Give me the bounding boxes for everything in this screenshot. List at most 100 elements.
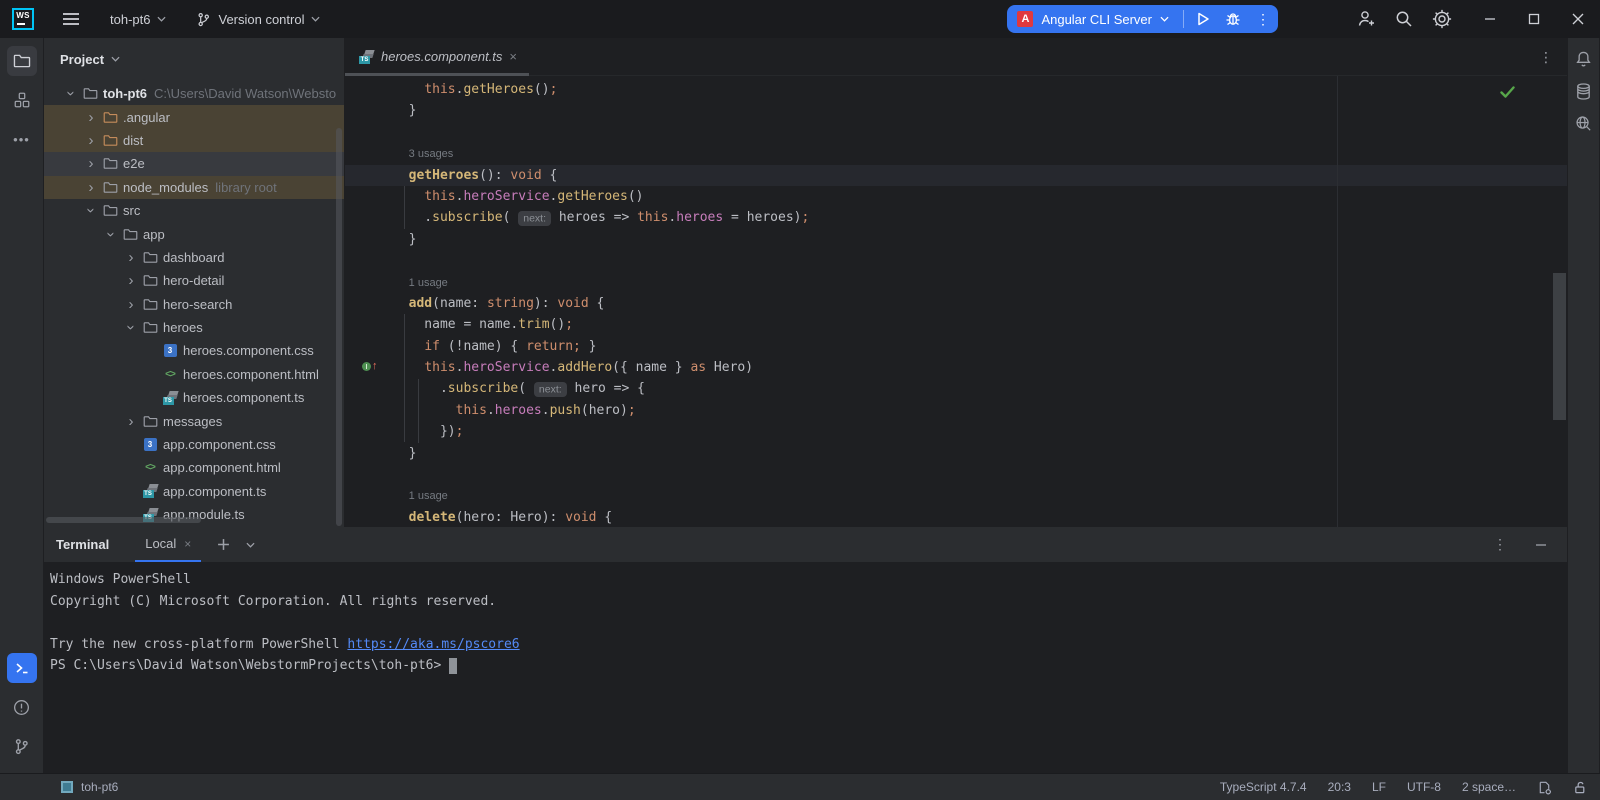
tree-item-app[interactable]: › app	[44, 222, 344, 245]
chevron-right-icon[interactable]: ›	[82, 180, 100, 195]
terminal-tab-close-icon[interactable]: ×	[184, 537, 191, 551]
code-line[interactable]: }	[393, 229, 1567, 250]
tree-item-heroes.component.css[interactable]: ›3heroes.component.css	[44, 339, 344, 362]
tab-options-icon[interactable]: ⋮	[1539, 38, 1553, 76]
code-line[interactable]: .subscribe( next: hero => {	[393, 378, 1567, 399]
tree-item-app.component.ts[interactable]: ›TSapp.component.ts	[44, 480, 344, 503]
code-line[interactable]	[393, 250, 1567, 271]
tree-item-node_modules[interactable]: › node_modules library root	[44, 175, 344, 199]
code-line[interactable]	[393, 464, 1567, 485]
code-line[interactable]: }	[393, 100, 1567, 121]
tree-item-hero-detail[interactable]: › hero-detail	[44, 269, 344, 292]
tree-item-hero-search[interactable]: › hero-search	[44, 293, 344, 316]
chevron-down-icon[interactable]: ›	[123, 319, 140, 337]
code-style-icon[interactable]	[1537, 780, 1552, 795]
indent-widget[interactable]: 2 space…	[1462, 780, 1516, 794]
chevron-right-icon[interactable]: ›	[82, 156, 100, 171]
tree-item-dashboard[interactable]: › dashboard	[44, 246, 344, 269]
maximize-button[interactable]	[1512, 0, 1556, 38]
tree-item-e2e[interactable]: › e2e	[44, 152, 344, 176]
code-line[interactable]: }	[393, 443, 1567, 464]
tab-heroes-component-ts[interactable]: TS heroes.component.ts ×	[345, 38, 529, 76]
run-config-selector[interactable]: A Angular CLI Server	[1007, 11, 1179, 27]
code-line[interactable]: 1 usage	[393, 272, 1567, 293]
chevron-down-icon[interactable]: ›	[63, 85, 80, 103]
database-tool-button[interactable]	[1574, 82, 1593, 101]
debug-button[interactable]	[1218, 5, 1248, 33]
tree-item-app.component.html[interactable]: ›<>app.component.html	[44, 456, 344, 479]
tree-item-src[interactable]: › src	[44, 199, 344, 222]
code-line[interactable]	[393, 122, 1567, 143]
code-line[interactable]: });	[393, 421, 1567, 442]
code-line[interactable]: getHeroes(): void {	[393, 165, 1567, 186]
more-tool-windows-button[interactable]: •••	[7, 124, 37, 154]
chevron-right-icon[interactable]: ›	[122, 250, 140, 265]
chevron-right-icon[interactable]: ›	[122, 297, 140, 312]
chevron-right-icon[interactable]: ›	[122, 273, 140, 288]
notifications-tool-button[interactable]	[1574, 50, 1593, 69]
chevron-right-icon[interactable]: ›	[122, 414, 140, 429]
tree-item-.angular[interactable]: › .angular	[44, 105, 344, 129]
chevron-right-icon[interactable]: ›	[82, 110, 100, 125]
terminal-dropdown-button[interactable]	[246, 542, 255, 548]
chevron-down-icon[interactable]: ›	[83, 202, 100, 220]
tree-item-messages[interactable]: › messages	[44, 409, 344, 432]
code-line[interactable]: .subscribe( next: heroes => this.heroes …	[393, 207, 1567, 228]
tree-item-heroes[interactable]: › heroes	[44, 316, 344, 339]
structure-tool-button[interactable]	[7, 85, 37, 115]
terminal-tab-local[interactable]: Local ×	[135, 527, 202, 562]
search-everywhere-button[interactable]	[1394, 9, 1414, 29]
code-line[interactable]: delete(hero: Hero): void {	[393, 507, 1567, 527]
code-line[interactable]: name = name.trim();	[393, 314, 1567, 335]
statusbar-project-widget[interactable]: toh-pt6	[0, 780, 118, 794]
code-line[interactable]: 3 usages	[393, 143, 1567, 164]
code-line[interactable]: this.getHeroes();	[393, 79, 1567, 100]
problems-tool-button[interactable]	[7, 692, 37, 722]
minimize-button[interactable]	[1468, 0, 1512, 38]
code-line[interactable]: if (!name) { return; }	[393, 336, 1567, 357]
project-tool-button[interactable]	[6, 46, 37, 76]
hide-terminal-button[interactable]	[1535, 539, 1547, 551]
rx-gutter-marker-icon[interactable]: ↑	[362, 361, 378, 372]
tab-close-icon[interactable]: ×	[509, 49, 517, 64]
new-terminal-button[interactable]	[217, 538, 230, 551]
file-type-widget[interactable]: TypeScript 4.7.4	[1220, 780, 1307, 794]
tree-item-heroes.component.ts[interactable]: ›TSheroes.component.ts	[44, 386, 344, 409]
chevron-right-icon[interactable]: ›	[82, 133, 100, 148]
caret-position-widget[interactable]: 20:3	[1328, 780, 1351, 794]
unlocked-icon[interactable]	[1573, 780, 1588, 795]
tree-item-toh-pt6[interactable]: › toh-pt6 C:\Users\David Watson\Websto	[44, 82, 344, 105]
line-separator-widget[interactable]: LF	[1372, 780, 1386, 794]
editor-scrollbar[interactable]	[1553, 273, 1566, 420]
project-vertical-scrollbar[interactable]	[336, 128, 342, 526]
terminal-options-icon[interactable]: ⋮	[1493, 536, 1507, 553]
inspections-ok-icon[interactable]	[1500, 86, 1515, 98]
tree-item-dist[interactable]: › dist	[44, 128, 344, 153]
run-more-button[interactable]: ⋮	[1248, 5, 1278, 33]
main-menu-button[interactable]	[56, 4, 86, 34]
code-with-me-button[interactable]	[1356, 9, 1376, 29]
endpoints-tool-button[interactable]	[1574, 114, 1593, 133]
tree-item-app.component.css[interactable]: ›3app.component.css	[44, 433, 344, 456]
project-widget[interactable]: toh-pt6	[100, 4, 176, 34]
settings-button[interactable]	[1432, 9, 1452, 29]
chevron-down-icon[interactable]: ›	[103, 225, 120, 243]
code-line[interactable]: this.heroService.getHeroes()	[393, 186, 1567, 207]
code-line[interactable]: add(name: string): void {	[393, 293, 1567, 314]
run-button[interactable]	[1188, 5, 1218, 33]
project-panel-header[interactable]: Project	[44, 38, 344, 80]
code-line[interactable]: 1 usage	[393, 485, 1567, 506]
terminal-link[interactable]: https://aka.ms/pscore6	[347, 637, 519, 652]
encoding-widget[interactable]: UTF-8	[1407, 780, 1441, 794]
vcs-widget[interactable]: Version control	[186, 4, 330, 34]
code-line[interactable]: this.heroes.push(hero);	[393, 400, 1567, 421]
terminal-tool-button[interactable]	[6, 653, 37, 683]
editor-body[interactable]: ↑ this.getHeroes(); } 3 usages getHeroes…	[345, 76, 1567, 527]
tree-item-heroes.component.html[interactable]: ›<>heroes.component.html	[44, 363, 344, 386]
code-area[interactable]: this.getHeroes(); } 3 usages getHeroes()…	[393, 76, 1567, 527]
close-button[interactable]	[1556, 0, 1600, 38]
terminal-output[interactable]: Windows PowerShell Copyright (C) Microsof…	[44, 562, 1567, 773]
project-horizontal-scrollbar[interactable]	[46, 517, 201, 523]
version-control-tool-button[interactable]	[7, 731, 37, 761]
code-line[interactable]: this.heroService.addHero({ name } as Her…	[393, 357, 1567, 378]
